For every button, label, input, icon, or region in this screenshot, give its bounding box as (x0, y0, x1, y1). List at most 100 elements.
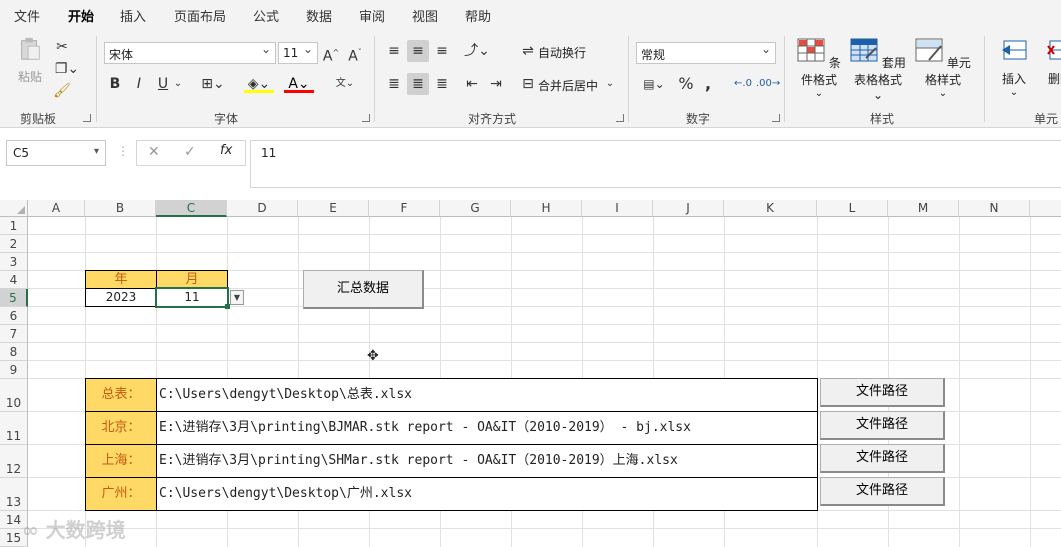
font-name-select[interactable]: 宋体 (104, 42, 276, 64)
accounting-format-icon[interactable]: ▤⌄ (638, 73, 670, 95)
conditional-format-button[interactable]: 条件格式 ⌄ (792, 38, 846, 99)
tab-file[interactable]: 文件 (14, 6, 40, 25)
bold-button[interactable]: B (106, 73, 124, 95)
column-header-n[interactable]: N (959, 200, 1030, 217)
row-header-2[interactable]: 2 (0, 235, 28, 253)
number-format-select[interactable]: 常规 (636, 42, 776, 64)
italic-button[interactable]: I (130, 73, 148, 95)
copy-icon[interactable]: ❐⌄ (53, 58, 81, 80)
name-box[interactable]: C5 (6, 140, 106, 166)
row-header-9[interactable]: 9 (0, 361, 28, 379)
column-header-k[interactable]: K (724, 200, 817, 217)
path-value-beijing[interactable]: E:\进销存\3月\printing\BJMAR.stk report - OA… (156, 411, 818, 445)
cancel-icon[interactable]: ✕ (148, 144, 160, 160)
year-header-cell[interactable]: 年 (85, 270, 157, 289)
path-value-total[interactable]: C:\Users\dengyt\Desktop\总表.xlsx (156, 378, 818, 412)
tab-help[interactable]: 帮助 (465, 6, 491, 25)
column-header-l[interactable]: L (817, 200, 888, 217)
align-middle-icon[interactable]: ≡ (407, 40, 429, 62)
format-as-table-button[interactable]: 套用 表格格式 ⌄ (848, 38, 908, 102)
merge-dropdown-icon[interactable]: ⌄ (604, 73, 616, 95)
column-header-a[interactable]: A (28, 200, 85, 217)
tab-page-layout[interactable]: 页面布局 (174, 6, 226, 25)
font-color-icon[interactable]: A⌄ (284, 73, 314, 93)
delete-cells-button[interactable]: 删除 (1040, 38, 1061, 87)
merge-center-icon[interactable]: ⊟ (520, 73, 536, 95)
year-value-cell[interactable]: 2023 (85, 288, 157, 307)
column-header-d[interactable]: D (227, 200, 298, 217)
summary-data-button[interactable]: 汇总数据 (303, 270, 424, 309)
tab-insert[interactable]: 插入 (120, 6, 146, 25)
column-header-m[interactable]: M (888, 200, 959, 217)
row-header-12[interactable]: 12 (0, 445, 28, 478)
increase-indent-icon[interactable]: ⇥ (486, 73, 506, 95)
file-path-button-guangzhou[interactable]: 文件路径 (820, 477, 945, 506)
fill-color-icon[interactable]: ◈⌄ (244, 73, 274, 93)
insert-cells-button[interactable]: 插入 ⌄ (994, 38, 1034, 98)
cell-styles-button[interactable]: 单元格样式 ⌄ (910, 38, 976, 99)
font-launcher-icon[interactable] (362, 114, 370, 122)
decrease-font-icon[interactable]: Aˇ (346, 42, 364, 65)
underline-button[interactable]: U (154, 73, 172, 95)
row-header-4[interactable]: 4 (0, 271, 28, 289)
path-value-guangzhou[interactable]: C:\Users\dengyt\Desktop\广州.xlsx (156, 477, 818, 511)
wrap-text-button[interactable]: 自动换行 (538, 44, 586, 61)
row-header-1[interactable]: 1 (0, 217, 28, 235)
align-top-icon[interactable]: ≡ (384, 40, 404, 62)
align-center-icon[interactable]: ≣ (407, 73, 429, 95)
orientation-icon[interactable]: ⤴⌄ (462, 40, 492, 62)
row-header-10[interactable]: 10 (0, 379, 28, 412)
row-header-13[interactable]: 13 (0, 478, 28, 511)
clipboard-launcher-icon[interactable] (83, 114, 91, 122)
column-header-e[interactable]: E (298, 200, 369, 217)
decrease-indent-icon[interactable]: ⇤ (462, 73, 482, 95)
phonetic-icon[interactable]: 文⌄ (330, 73, 360, 95)
underline-dropdown-icon[interactable]: ⌄ (172, 73, 184, 95)
worksheet-grid[interactable]: A B C D E F G H I J K L M N 1 2 3 4 5 6 … (0, 200, 1061, 547)
row-header-5[interactable]: 5 (0, 289, 28, 307)
select-all-corner[interactable] (0, 200, 28, 217)
decrease-decimal-icon[interactable]: .00→ (756, 73, 780, 95)
merge-center-button[interactable]: 合并后居中 (538, 77, 598, 94)
column-header-f[interactable]: F (369, 200, 440, 217)
tab-formulas[interactable]: 公式 (253, 6, 279, 25)
row-header-8[interactable]: 8 (0, 343, 28, 361)
column-header-b[interactable]: B (85, 200, 156, 217)
increase-decimal-icon[interactable]: ←.0 (732, 73, 754, 95)
comma-style-icon[interactable]: , (700, 73, 716, 95)
month-dropdown-icon[interactable]: ▼ (230, 290, 244, 305)
cut-icon[interactable]: ✂ (53, 36, 71, 58)
wrap-text-icon[interactable]: ⇌ (520, 40, 536, 62)
month-value-cell[interactable]: 11 (155, 287, 229, 308)
tab-review[interactable]: 审阅 (359, 6, 385, 25)
row-header-11[interactable]: 11 (0, 412, 28, 445)
alignment-launcher-icon[interactable] (616, 114, 624, 122)
align-left-icon[interactable]: ≣ (384, 73, 404, 95)
row-header-7[interactable]: 7 (0, 325, 28, 343)
column-header-c[interactable]: C (156, 200, 227, 217)
row-header-6[interactable]: 6 (0, 307, 28, 325)
column-header-g[interactable]: G (440, 200, 511, 217)
file-path-button-total[interactable]: 文件路径 (820, 378, 945, 407)
align-right-icon[interactable]: ≣ (432, 73, 452, 95)
insert-function-icon[interactable]: fx (220, 143, 232, 158)
percent-icon[interactable]: % (676, 73, 696, 95)
tab-data[interactable]: 数据 (306, 6, 332, 25)
formula-input[interactable]: 11 (250, 140, 1061, 188)
file-path-button-shanghai[interactable]: 文件路径 (820, 444, 945, 473)
align-bottom-icon[interactable]: ≡ (432, 40, 452, 62)
paste-button[interactable]: 粘贴 (12, 36, 48, 85)
path-value-shanghai[interactable]: E:\进销存\3月\printing\SHMar.stk report - OA… (156, 444, 818, 478)
format-painter-icon[interactable]: 🖌 (53, 80, 71, 102)
column-header-i[interactable]: I (582, 200, 653, 217)
tab-view[interactable]: 视图 (412, 6, 438, 25)
column-header-j[interactable]: J (653, 200, 724, 217)
row-header-3[interactable]: 3 (0, 253, 28, 271)
font-size-select[interactable]: 11 (278, 42, 318, 64)
border-icon[interactable]: ⊞⌄ (198, 73, 228, 95)
tab-home[interactable]: 开始 (68, 6, 95, 31)
file-path-button-beijing[interactable]: 文件路径 (820, 411, 945, 440)
increase-font-icon[interactable]: A^ (322, 42, 340, 65)
column-header-h[interactable]: H (511, 200, 582, 217)
number-launcher-icon[interactable] (772, 114, 780, 122)
